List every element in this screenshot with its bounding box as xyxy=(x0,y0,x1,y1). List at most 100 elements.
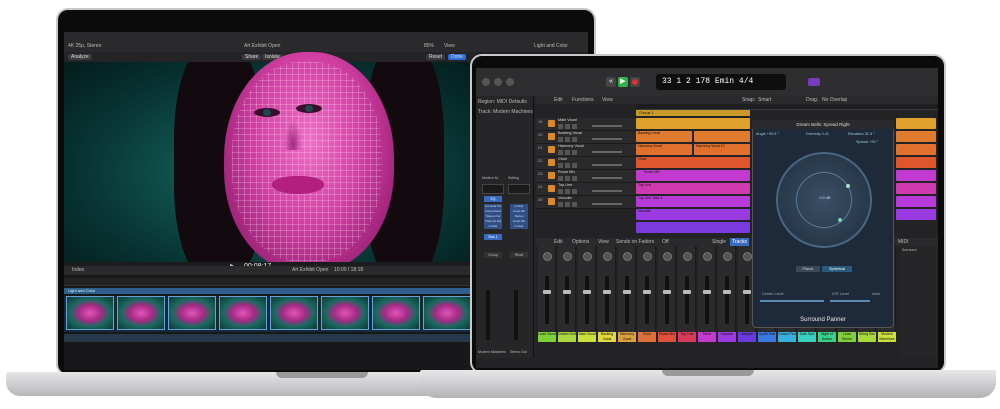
timeline-project[interactable]: Art Exhibit Open xyxy=(292,266,328,274)
fader-cap[interactable] xyxy=(703,290,711,294)
channel-name-label[interactable]: Tenor xyxy=(698,332,716,342)
plugin-slot-right[interactable]: Limiter xyxy=(510,204,528,209)
volume-fader[interactable] xyxy=(705,276,709,324)
plugin-slot-right[interactable]: Stereo xyxy=(510,214,528,219)
fader-cap[interactable] xyxy=(723,290,731,294)
region-top-line[interactable]: Top Line xyxy=(636,183,750,194)
channel-name-label[interactable]: Choir xyxy=(638,332,656,342)
reset-button[interactable]: Reset xyxy=(426,54,446,60)
mute-button[interactable] xyxy=(558,202,563,207)
track-header-row[interactable]: 22 Choir xyxy=(536,157,636,170)
volume-slider[interactable] xyxy=(592,164,622,166)
mute-button[interactable] xyxy=(558,124,563,129)
plugin-slot[interactable]: Console Ch xyxy=(484,204,502,209)
mute-button[interactable] xyxy=(558,137,563,142)
mixer-single-button[interactable]: Single xyxy=(712,238,726,246)
timeline-clip[interactable] xyxy=(219,296,267,330)
volume-fader[interactable] xyxy=(585,276,589,324)
channel-name-label[interactable]: Top Line xyxy=(678,332,696,342)
record-enable-button[interactable] xyxy=(572,189,577,194)
spread-readout[interactable]: Spread +90 ° xyxy=(856,140,892,146)
pan-knob[interactable] xyxy=(583,252,592,261)
timeline-clip[interactable] xyxy=(66,296,114,330)
region-room-r[interactable] xyxy=(896,170,936,181)
plugin-slot-right[interactable]: Limiter xyxy=(510,224,528,229)
region-topline-r[interactable] xyxy=(896,183,936,194)
face-mask-grid[interactable] xyxy=(232,62,382,262)
volume-slider[interactable] xyxy=(592,203,622,205)
pan-knob[interactable] xyxy=(643,252,652,261)
solo-button[interactable] xyxy=(565,163,570,168)
volume-fader[interactable] xyxy=(625,276,629,324)
elevation-readout[interactable]: Elevation 31.5 ° xyxy=(848,132,892,138)
solo-button[interactable] xyxy=(565,124,570,129)
pan-knob[interactable] xyxy=(623,252,632,261)
channel-name-label[interactable]: Vocoder xyxy=(718,332,736,342)
mute-label[interactable]: mute xyxy=(872,292,888,298)
done-button[interactable]: Done xyxy=(448,54,466,60)
region-header[interactable]: Region: MIDI Defaults xyxy=(478,98,532,106)
mixer-options-menu[interactable]: Options xyxy=(572,238,589,246)
volume-fader[interactable] xyxy=(745,276,749,324)
mixer-tracks-button[interactable]: Tracks xyxy=(730,238,749,246)
record-icon[interactable] xyxy=(630,77,640,87)
region-choir[interactable]: Choir xyxy=(636,157,750,168)
record-enable-button[interactable] xyxy=(572,163,577,168)
pan-knob[interactable] xyxy=(743,252,752,261)
channel-name-label[interactable]: Synth Pad xyxy=(758,332,776,342)
region-room-mix[interactable]: Room Mix xyxy=(636,170,750,181)
track-header[interactable]: Track: Modern Machines xyxy=(478,108,533,116)
volume-fader[interactable] xyxy=(605,276,609,324)
channel-name-label[interactable]: Backing Vocal xyxy=(598,332,616,342)
volume-fader[interactable] xyxy=(645,276,649,324)
solo-button[interactable] xyxy=(565,137,570,142)
volume-fader[interactable] xyxy=(725,276,729,324)
solo-button[interactable] xyxy=(565,202,570,207)
index-button[interactable]: Index xyxy=(72,266,84,274)
region-backing-vocal-r[interactable] xyxy=(896,131,936,142)
mute-button[interactable] xyxy=(558,163,563,168)
play-icon[interactable]: ▶ xyxy=(618,77,628,87)
automation-read[interactable]: Read xyxy=(510,252,528,258)
eq-thumbnail[interactable] xyxy=(482,184,504,194)
pan-knob[interactable] xyxy=(543,252,552,261)
help-icon[interactable] xyxy=(494,78,502,86)
group-slot[interactable]: Group xyxy=(484,252,502,258)
region-top-line-take[interactable]: Top Line Take 4 xyxy=(636,196,750,207)
volume-slider[interactable] xyxy=(592,177,622,179)
solo-button[interactable] xyxy=(565,150,570,155)
plugin-slot[interactable]: Stereo Out xyxy=(484,214,502,219)
inspector-fader-1[interactable] xyxy=(486,290,490,340)
region-backing-vocal[interactable]: Backing Vocal xyxy=(636,131,692,142)
track-header-row[interactable]: 19 Main Vocal xyxy=(536,118,636,131)
track-header-row[interactable]: 25 Vocoder xyxy=(536,196,636,209)
view-menu[interactable]: View xyxy=(444,42,455,50)
tracks-view-menu[interactable]: View xyxy=(602,96,613,104)
region-vocoder[interactable]: Vocoder xyxy=(636,209,750,220)
panner-source-dot[interactable] xyxy=(846,184,850,188)
marker-chorus[interactable]: Chorus 1 xyxy=(636,110,750,116)
solo-button[interactable] xyxy=(565,189,570,194)
channel-name-label[interactable]: Dark Surf xyxy=(798,332,816,342)
pan-knob[interactable] xyxy=(663,252,672,261)
region-topline-take-r[interactable] xyxy=(896,196,936,207)
tracks-functions-menu[interactable]: Functions xyxy=(572,96,594,104)
fader-cap[interactable] xyxy=(683,290,691,294)
volume-slider[interactable] xyxy=(592,190,622,192)
plugin-slot-right[interactable]: Level Mtr xyxy=(510,209,528,214)
channel-name-label[interactable]: Lead Vocal xyxy=(538,332,556,342)
lcd-display[interactable]: 33 1 2 178 Emin 4/4 xyxy=(656,74,786,90)
timeline-clip[interactable] xyxy=(168,296,216,330)
share-button[interactable]: Share xyxy=(242,54,262,60)
fader-cap[interactable] xyxy=(603,290,611,294)
region-harmony-vocal[interactable]: Harmony Vocal xyxy=(636,144,692,155)
volume-slider[interactable] xyxy=(592,125,622,127)
bus-slot[interactable]: Bus 1 xyxy=(484,234,502,240)
record-enable-button[interactable] xyxy=(572,124,577,129)
channel-name-label[interactable]: Main Vocal xyxy=(578,332,596,342)
track-header-row[interactable]: 21 Harmony Vocal xyxy=(536,144,636,157)
fader-cap[interactable] xyxy=(743,290,751,294)
pan-knob[interactable] xyxy=(683,252,692,261)
plugin-slot[interactable]: Compressor xyxy=(484,209,502,214)
region-harmony-r[interactable] xyxy=(896,144,936,155)
